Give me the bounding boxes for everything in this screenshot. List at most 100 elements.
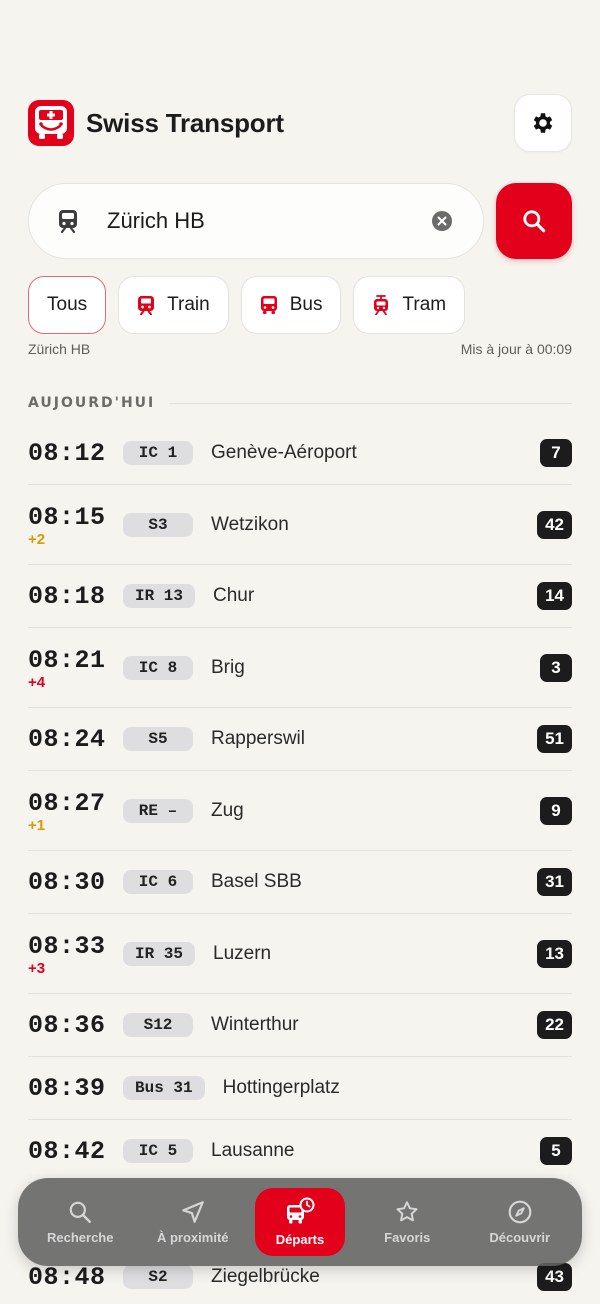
station-name: Zürich HB [28, 341, 91, 357]
departure-time: 08:30 [28, 867, 106, 897]
filter-chips: Tous Train Bus Tram [28, 276, 477, 334]
line-badge: IC 5 [123, 1139, 193, 1163]
departure-destination: Chur [213, 585, 255, 606]
line-badge: IC 1 [123, 441, 193, 465]
app-logo-icon [28, 100, 74, 146]
departure-row[interactable]: 08:30 IC 6 Basel SBB 31 [28, 851, 572, 914]
nav-item-label: Favoris [384, 1230, 431, 1245]
departure-time-box: 08:33 +3 [28, 932, 123, 977]
section-divider [169, 402, 572, 404]
departure-destination: Lausanne [211, 1140, 295, 1161]
platform-badge: 3 [540, 653, 572, 682]
nav-item-decouvrir[interactable]: Découvrir [464, 1188, 577, 1256]
platform-badge: 7 [540, 439, 572, 467]
train-icon [59, 210, 77, 233]
line-badge: S3 [123, 512, 193, 537]
departure-time-box: 08:39 [28, 1074, 123, 1103]
departure-row[interactable]: 08:24 S5 Rapperswil 51 [28, 708, 572, 771]
line-badge: IR 35 [123, 941, 196, 966]
departure-delay: +4 [28, 674, 46, 691]
departure-row[interactable]: 08:18 IR 13 Chur 14 [28, 565, 572, 628]
line-badge: IR 13 [123, 584, 196, 608]
departure-destination: Basel SBB [211, 871, 302, 892]
nav-item-a-proximite[interactable]: À proximité [137, 1188, 250, 1256]
platform-badge: 31 [537, 868, 572, 896]
line-badge: RE – [123, 798, 193, 823]
nav-item-label: Découvrir [489, 1230, 551, 1245]
line-badge: IC 8 [123, 655, 193, 680]
departure-delay: +2 [28, 531, 46, 548]
platform-badge: 9 [540, 796, 572, 825]
departure-destination: Genève-Aéroport [211, 442, 357, 463]
settings-button[interactable] [514, 94, 572, 152]
departure-row[interactable]: 08:15 +2 S3 Wetzikon 42 [28, 485, 572, 565]
search-button[interactable] [496, 183, 572, 259]
departure-row[interactable]: 08:39 Bus 31 Hottingerplatz [28, 1057, 572, 1120]
departure-time-box: 08:18 [28, 582, 123, 611]
platform-badge: 43 [537, 1263, 572, 1291]
departure-row[interactable]: 08:12 IC 1 Genève-Aéroport 7 [28, 422, 572, 485]
line-badge: IC 6 [123, 870, 193, 894]
search-field[interactable] [28, 183, 484, 259]
nav-item-recherche[interactable]: Recherche [24, 1188, 137, 1256]
departure-time-box: 08:36 [28, 1011, 123, 1040]
meta-row: Zürich HB Mis à jour à 00:09 [28, 341, 572, 361]
location-arrow-icon [181, 1201, 204, 1223]
departure-row[interactable]: 08:21 +4 IC 8 Brig 3 [28, 628, 572, 708]
search-icon [523, 210, 546, 233]
departure-time: 08:15 [28, 503, 106, 532]
platform-badge: 5 [540, 1137, 572, 1165]
clear-icon[interactable] [431, 210, 453, 232]
departure-time: 08:27 [28, 789, 106, 818]
departure-time: 08:18 [28, 581, 106, 611]
departure-row[interactable]: 08:27 +1 RE – Zug 9 [28, 771, 572, 851]
nav-item-departs[interactable]: Départs [255, 1188, 345, 1256]
departure-destination: Winterthur [211, 1014, 299, 1035]
departure-delay: +3 [28, 960, 46, 977]
departure-time: 08:12 [28, 438, 106, 468]
section-title: AUJOURD'HUI [28, 395, 156, 411]
departure-row[interactable]: 08:33 +3 IR 35 Luzern 13 [28, 914, 572, 994]
line-badge: S2 [123, 1265, 193, 1289]
platform-badge: 22 [537, 1011, 572, 1039]
departure-time: 08:36 [28, 1010, 106, 1040]
filter-chip-label: Train [167, 294, 210, 315]
nav-item-label: Recherche [47, 1230, 114, 1245]
departure-time: 08:42 [28, 1136, 106, 1166]
departure-row[interactable]: 08:42 IC 5 Lausanne 5 [28, 1120, 572, 1183]
departure-time-box: 08:30 [28, 868, 123, 897]
tram-icon [374, 295, 389, 315]
departure-time: 08:21 [28, 646, 106, 675]
departure-time-box: 08:12 [28, 439, 123, 468]
filter-chip-bus[interactable]: Bus [240, 276, 342, 334]
platform-badge: 13 [537, 939, 572, 968]
filter-chip-all[interactable]: Tous [28, 276, 107, 334]
departure-time-box: 08:24 [28, 725, 123, 754]
search-input[interactable] [107, 208, 431, 234]
section-header: AUJOURD'HUI [28, 394, 572, 412]
departure-destination: Hottingerplatz [222, 1077, 340, 1098]
bus-clock-icon [287, 1197, 315, 1224]
filter-chip-train[interactable]: Train [118, 276, 229, 334]
gear-icon [533, 113, 553, 133]
departure-destination: Wetzikon [211, 513, 289, 535]
filter-chip-label: Tram [402, 294, 447, 315]
nav-item-favoris[interactable]: Favoris [351, 1188, 464, 1256]
departure-time: 08:24 [28, 724, 106, 754]
platform-badge: 42 [537, 510, 572, 539]
compass-icon [508, 1200, 532, 1224]
departure-time: 08:39 [28, 1073, 106, 1103]
last-updated: Mis à jour à 00:09 [460, 341, 572, 357]
app-header: Swiss Transport [28, 94, 572, 152]
line-badge: S5 [123, 727, 193, 751]
filter-chip-label: Bus [289, 294, 323, 315]
departure-destination: Ziegelbrücke [211, 1266, 320, 1287]
departure-time: 08:33 [28, 932, 106, 961]
nav-item-label: À proximité [156, 1230, 229, 1245]
platform-badge: 51 [537, 725, 572, 753]
filter-chip-tram[interactable]: Tram [353, 276, 466, 334]
departure-time-box: 08:27 +1 [28, 789, 123, 834]
search-icon [69, 1201, 92, 1223]
departure-row[interactable]: 08:36 S12 Winterthur 22 [28, 994, 572, 1057]
filter-chip-label: Tous [47, 294, 88, 315]
